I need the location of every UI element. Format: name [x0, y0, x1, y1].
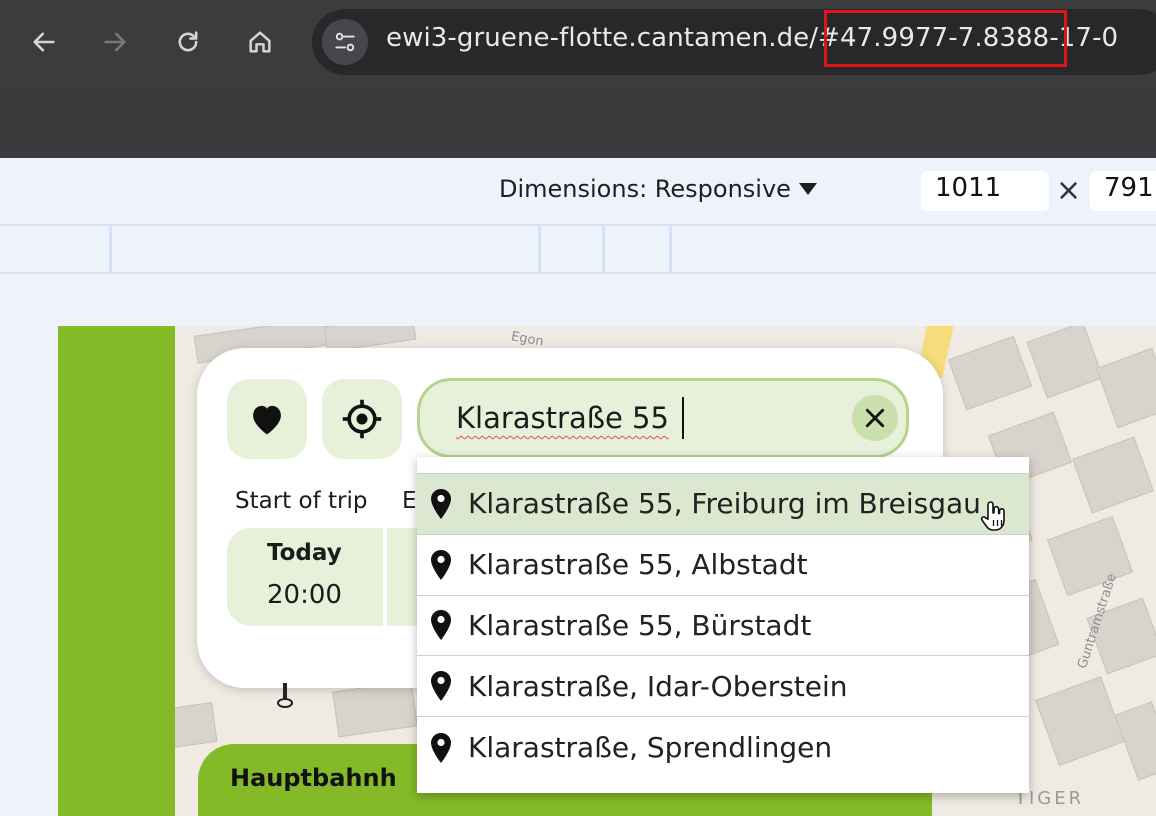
back-arrow-icon[interactable] [22, 20, 66, 64]
height-input[interactable]: 791 [1090, 171, 1156, 211]
dimensions-dropdown[interactable]: Dimensions: Responsive [499, 175, 817, 203]
media-query-ruler [0, 224, 1156, 274]
map-building [1095, 347, 1156, 429]
forward-arrow-icon[interactable] [93, 20, 137, 64]
devtools-device-toolbar: Dimensions: Responsive 1011 × 791 [0, 158, 1156, 224]
suggestion-label: Klarastraße 55, Albstadt [468, 548, 808, 582]
location-pin-icon [431, 671, 451, 702]
ruler-segment[interactable] [669, 226, 672, 272]
station-title: Hauptbahnh [230, 764, 397, 792]
suggestion-label: Klarastraße 55, Freiburg im Breisgau [468, 487, 981, 521]
start-time: 20:00 [267, 580, 342, 610]
address-search-input[interactable]: Klarastraße 55 [417, 378, 909, 458]
reload-icon[interactable] [166, 20, 210, 64]
ruler-segment[interactable] [538, 226, 541, 272]
locate-me-button[interactable] [322, 379, 402, 459]
width-input[interactable]: 1011 [921, 171, 1049, 211]
suggestion-item[interactable]: Klarastraße, Sprendlingen [417, 717, 1029, 778]
page-viewport: Egon Guntramstraße TIGER Klarastraße 55 [58, 326, 1156, 816]
map-building [175, 702, 218, 750]
suggestion-label: Klarastraße, Sprendlingen [468, 731, 833, 765]
clear-search-button[interactable] [852, 395, 898, 441]
suggestion-item[interactable]: Klarastraße 55, Albstadt [417, 535, 1029, 596]
map-building [1046, 515, 1134, 597]
address-suggestions-list: Klarastraße 55, Freiburg im Breisgau Kla… [417, 457, 1029, 793]
location-pin-icon [431, 610, 451, 641]
times-icon: × [1056, 173, 1082, 208]
location-pin-icon [431, 488, 451, 519]
crosshair-icon [342, 399, 382, 439]
site-settings-icon[interactable] [322, 19, 368, 65]
browser-toolbar: ewi3-gruene-flotte.cantamen.de/#47.9977-… [0, 0, 1156, 86]
map-building [1035, 676, 1125, 766]
map-building [1026, 326, 1104, 399]
suggestion-item[interactable]: Klarastraße, Idar-Oberstein [417, 656, 1029, 718]
text-cursor [682, 397, 684, 439]
map-pin-marker-icon[interactable] [275, 683, 295, 709]
highlight-box [824, 10, 1067, 67]
location-pin-icon [431, 732, 451, 763]
ruler-segment[interactable] [109, 226, 112, 272]
hand-cursor-icon [980, 501, 1005, 531]
suggestion-label: Klarastraße 55, Bürstadt [468, 608, 812, 642]
brand-sidebar [58, 326, 175, 816]
home-icon[interactable] [238, 20, 282, 64]
suggestions-spacer [417, 457, 1029, 474]
suggestion-label: Klarastraße, Idar-Oberstein [468, 669, 848, 703]
caret-down-icon [798, 183, 817, 195]
browser-chrome: ewi3-gruene-flotte.cantamen.de/#47.9977-… [0, 0, 1156, 158]
search-input-value: Klarastraße 55 [456, 401, 669, 435]
map-building [1072, 436, 1154, 514]
end-of-trip-label: E [402, 488, 417, 514]
suggestion-item[interactable]: Klarastraße 55, Freiburg im Breisgau [417, 474, 1029, 535]
location-pin-icon [431, 549, 451, 580]
suggestion-item[interactable]: Klarastraße 55, Bürstadt [417, 596, 1029, 657]
close-icon [865, 408, 885, 428]
start-time-picker[interactable]: Today 20:00 [227, 528, 383, 626]
start-day: Today [267, 540, 342, 566]
map-building [947, 335, 1033, 411]
map-building [332, 680, 418, 738]
start-of-trip-label: Start of trip [235, 488, 368, 514]
favorites-button[interactable] [227, 379, 307, 459]
url-host: ewi3-gruene-flotte.cantamen.de/ [386, 23, 819, 53]
ruler-segment[interactable] [602, 226, 605, 272]
map-street-label: Egon [509, 329, 545, 350]
heart-icon [253, 405, 281, 435]
dimensions-label: Dimensions: Responsive [499, 175, 791, 203]
